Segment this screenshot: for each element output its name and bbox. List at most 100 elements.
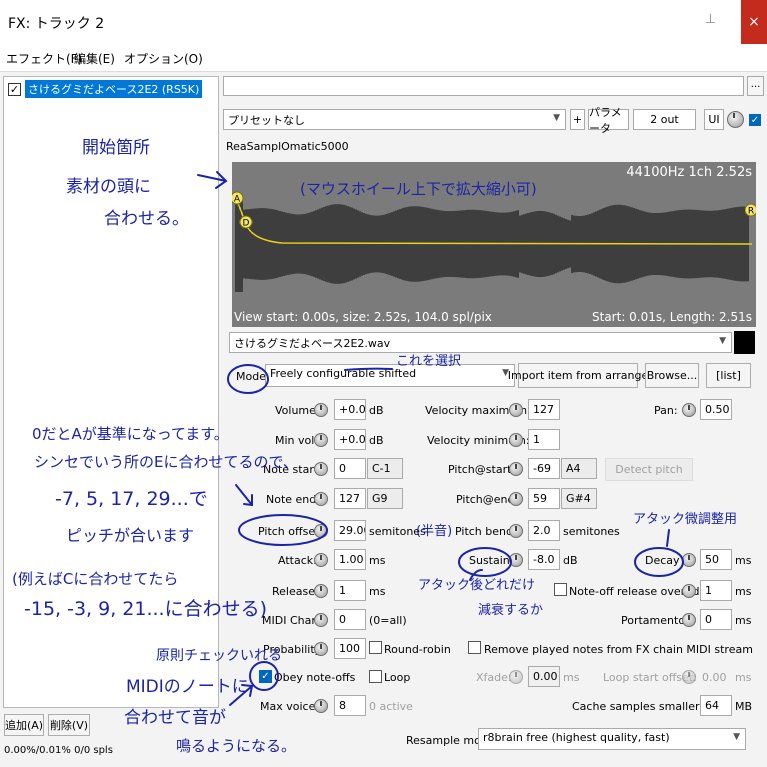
pitchoffset-knob[interactable] [314,524,328,538]
pan-field[interactable]: 0.50 [700,399,732,420]
remove-fx-button[interactable]: 削除(V) [48,714,90,736]
preset-plus-button[interactable]: + [570,109,585,130]
envelope-marker-label: R [748,207,754,217]
attack-field[interactable]: 1.00 [334,549,366,570]
params-button[interactable]: パラメータ [588,106,629,135]
fx-name-field[interactable] [223,76,744,96]
annotation-align: 合わせる。 [104,209,189,229]
decay-field[interactable]: 50 [700,549,732,570]
more-button[interactable]: ... [747,76,764,96]
pitchend-knob[interactable] [509,492,523,506]
close-icon: × [748,14,760,30]
decay-knob[interactable] [682,553,696,567]
pin-icon[interactable]: ⊥ [705,12,716,27]
sample-file-dropdown[interactable]: さけるグミだよベース2E2.wav ▼ [229,332,732,353]
annotation-synth-e: シンセでいう所のEに合わせてるので、 [34,453,298,471]
fx-enable-checkbox[interactable]: ✓ [8,82,21,96]
velmax-field[interactable]: 127 [528,399,560,420]
pitchstart-note: A4 [561,458,597,479]
menu-effect[interactable]: エフェクト(F) [6,50,82,67]
pitchend-field[interactable]: 59 [528,488,560,509]
midichan-knob[interactable] [314,613,328,627]
xfade-knob[interactable] [509,670,523,684]
noteend-field[interactable]: 127 [334,488,366,509]
volume-field[interactable]: +0.0 [334,399,366,420]
sample-info: 44100Hz 1ch 2.52s [626,165,752,180]
obey-noteoffs-checkbox[interactable]: ✓ [259,670,272,683]
midichan-label: MIDI Chan: [262,614,323,627]
annotation-semitone: (半音) [416,524,453,539]
fx-chain-item[interactable]: ✓ さけるグミだよベース2E2 (RS5K) [8,80,203,98]
sustain-field[interactable]: -8.0 [528,549,560,570]
noteoff-release-knob[interactable] [682,584,696,598]
ui-button[interactable]: UI [704,109,724,130]
noteoff-release-field[interactable]: 1 [700,580,732,601]
minvol-field[interactable]: +0.0 [334,429,366,450]
pitchbend-field[interactable]: 2.0 [528,520,560,541]
cache-field[interactable]: 64 [700,695,732,716]
detect-pitch-button[interactable]: Detect pitch [605,458,693,481]
loop-checkbox[interactable] [369,670,382,683]
pan-label: Pan: [654,404,678,417]
wet-knob[interactable] [727,111,744,128]
notestart-knob[interactable] [314,462,328,476]
preset-dropdown[interactable]: プリセットなし ▼ [223,109,566,130]
import-item-button[interactable]: Import item from arrange [508,363,648,388]
menu-options[interactable]: オプション(O) [124,50,203,67]
pitchstart-knob[interactable] [509,462,523,476]
velmax-knob[interactable] [509,403,523,417]
pitchoffset-field[interactable]: 29.00 [334,520,366,541]
release-unit: ms [369,585,386,598]
maxvoices-knob[interactable] [314,699,328,713]
sustain-knob[interactable] [509,553,523,567]
remove-played-checkbox[interactable] [468,641,481,654]
attack-knob[interactable] [314,553,328,567]
resample-dropdown[interactable]: r8brain free (highest quality, fast) ▼ [478,728,746,750]
notestart-field[interactable]: 0 [334,458,366,479]
pitchbend-knob[interactable] [509,524,523,538]
loop-label: Loop [384,671,411,684]
roundrobin-checkbox[interactable] [369,641,382,654]
io-button[interactable]: 2 out [633,109,696,130]
portamento-knob[interactable] [682,613,696,627]
maxvoices-field[interactable]: 8 [334,695,366,716]
pitchstart-field[interactable]: -69 [528,458,560,479]
probability-field[interactable]: 100 [334,638,366,659]
noteend-knob[interactable] [314,492,328,506]
loopstart-field: 0.00 [702,671,727,684]
pitchstart-label: Pitch@start: [448,463,516,476]
minvol-unit: dB [369,434,384,447]
release-field[interactable]: 1 [334,580,366,601]
color-swatch[interactable] [734,331,755,354]
loopstart-knob[interactable] [682,670,696,684]
portamento-unit: ms [735,614,752,627]
chevron-down-icon: ▼ [733,732,740,742]
xfade-label: Xfade: [476,671,512,684]
release-knob[interactable] [314,584,328,598]
preset-value: プリセットなし [228,114,305,127]
annotation-midi-note: MIDIのノートに [126,677,249,697]
midichan-field[interactable]: 0 [334,609,366,630]
pan-knob[interactable] [682,403,696,417]
velmin-knob[interactable] [509,433,523,447]
cache-unit: MB [735,700,753,713]
menu-edit[interactable]: 編集(E) [74,50,115,67]
close-button[interactable]: × [741,0,767,44]
list-button[interactable]: [list] [706,363,751,388]
portamento-field[interactable]: 0 [700,609,732,630]
annotation-sound: 合わせて音が [124,708,226,728]
velmin-field[interactable]: 1 [528,429,560,450]
mode-dropdown[interactable]: Freely configurable shifted ▼ [265,364,515,387]
roundrobin-label: Round-robin [384,643,451,656]
portamento-label: Portamento: [621,614,689,627]
browse-button[interactable]: Browse... [645,363,699,388]
xfade-field[interactable]: 0.00 [528,666,560,687]
noteoff-release-checkbox[interactable] [554,583,567,596]
volume-knob[interactable] [314,403,328,417]
minvol-knob[interactable] [314,433,328,447]
probability-knob[interactable] [314,642,328,656]
annotation-check-rule: 原則チェックいれる [156,648,282,664]
annotation-pitch-match: ピッチが合います [66,526,195,545]
bypass-checkbox[interactable]: ✓ [749,114,761,126]
add-fx-button[interactable]: 追加(A) [4,714,44,736]
